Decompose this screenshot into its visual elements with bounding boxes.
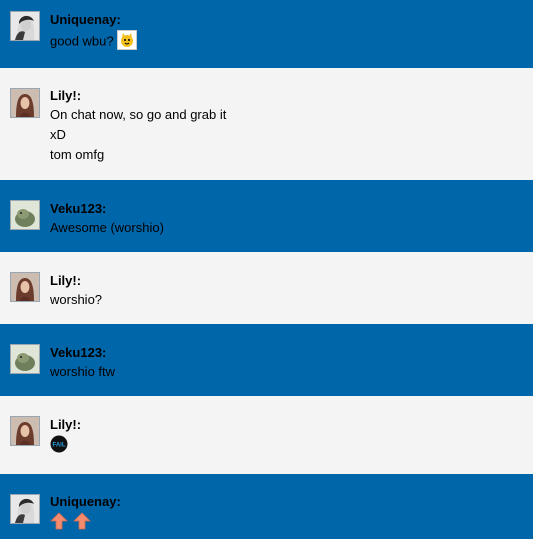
smiley-cat-icon	[117, 30, 138, 54]
message-text: good wbu?	[50, 30, 138, 54]
message-text: FAIL	[50, 435, 81, 457]
message-author[interactable]: Veku123:	[50, 344, 115, 361]
chat-message: Uniquenay: good wbu?	[0, 0, 533, 68]
avatar-veku123[interactable]	[10, 200, 40, 230]
message-text: On chat now, so go and grab it	[50, 107, 227, 122]
chat-message: Lily!: FAIL	[0, 396, 533, 474]
chat-message: Uniquenay:	[0, 474, 533, 539]
chat-message: Veku123: worshio ftw	[0, 324, 533, 396]
message-author[interactable]: Uniquenay:	[50, 11, 137, 28]
message-text: tom omfg	[50, 147, 105, 162]
avatar-uniquenay[interactable]	[10, 11, 40, 41]
chat-message: Lily!: worshio?	[0, 252, 533, 324]
message-author[interactable]: Uniquenay:	[50, 493, 121, 510]
message-author[interactable]: Veku123:	[50, 200, 164, 217]
fail-badge-icon: FAIL	[50, 435, 68, 457]
up-arrows-icon	[50, 512, 94, 534]
fail-badge-text: FAIL	[53, 443, 66, 449]
avatar-veku123[interactable]	[10, 344, 40, 374]
avatar-lily[interactable]	[10, 416, 40, 446]
avatar-lily[interactable]	[10, 88, 40, 118]
message-author[interactable]: Lily!:	[50, 87, 226, 104]
chat-message: Veku123: Awesome (worshio)	[0, 180, 533, 252]
avatar-lily[interactable]	[10, 272, 40, 302]
message-author[interactable]: Lily!:	[50, 416, 81, 433]
message-text	[50, 512, 121, 534]
message-text: Awesome (worshio)	[50, 220, 164, 235]
message-text: xD	[50, 127, 66, 142]
message-author[interactable]: Lily!:	[50, 272, 102, 289]
chat-message: Lily!: On chat now, so go and grab it xD…	[0, 68, 533, 180]
avatar-uniquenay[interactable]	[10, 494, 40, 524]
message-text: worshio?	[50, 292, 103, 307]
message-text: worshio ftw	[50, 364, 116, 379]
